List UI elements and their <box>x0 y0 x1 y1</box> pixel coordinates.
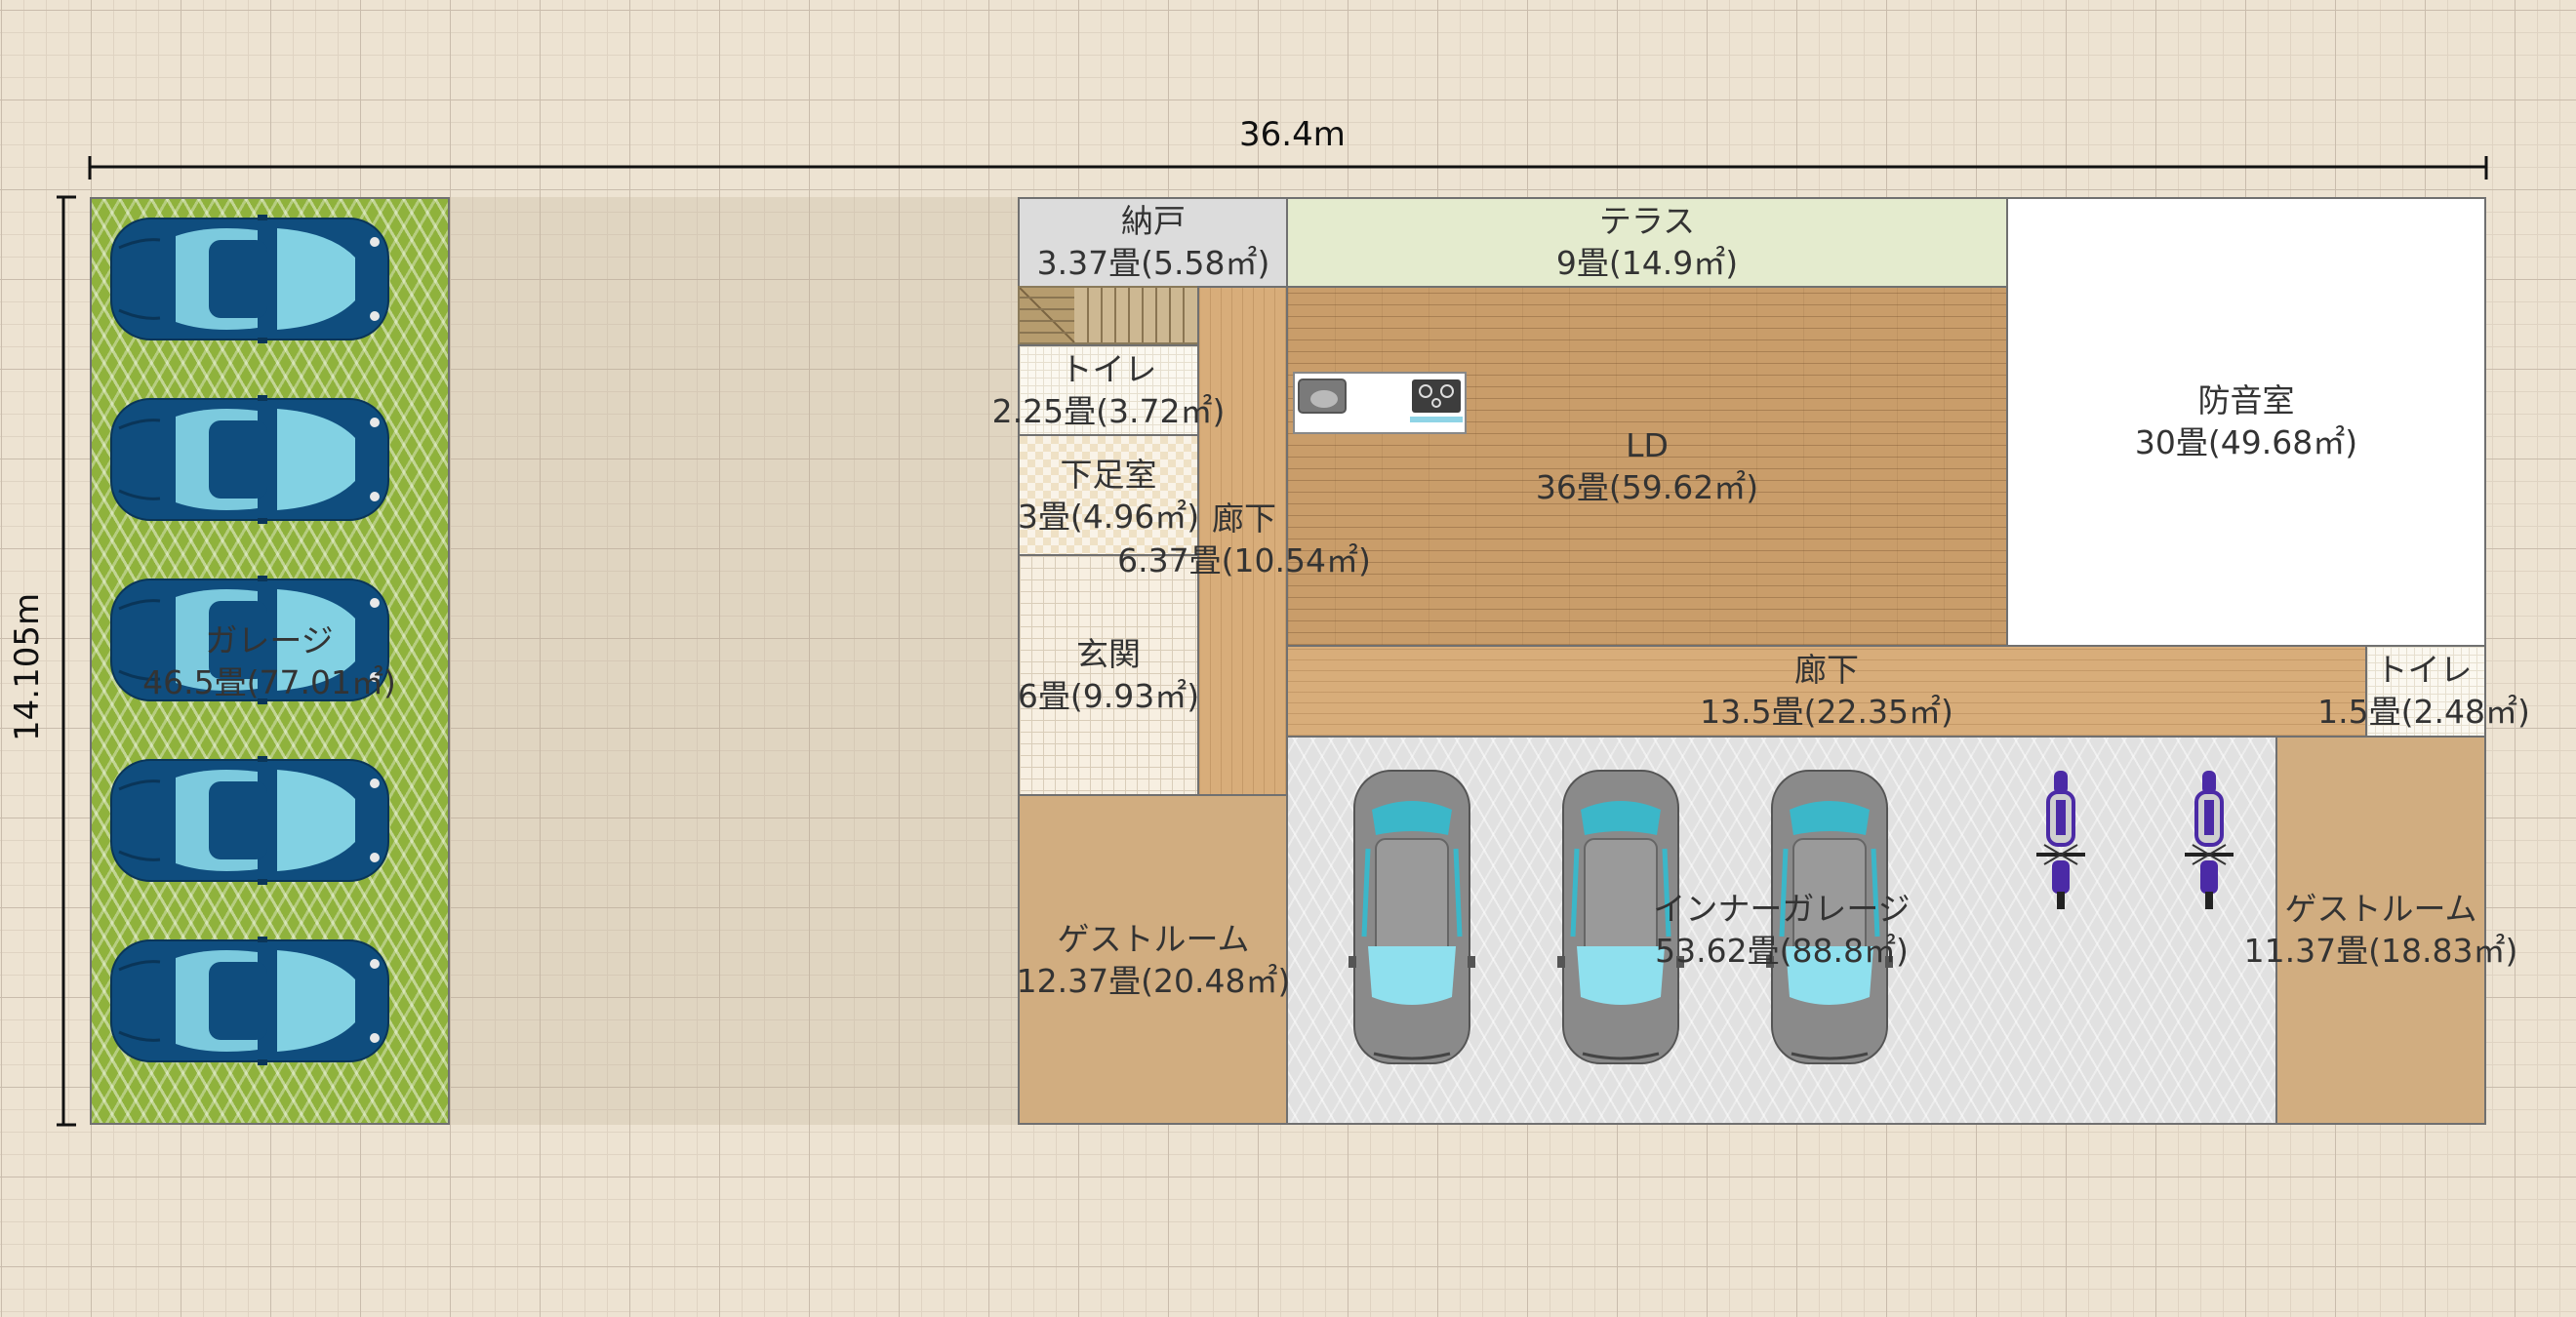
label-guest-1: ゲストルーム 12.37畳(20.48㎡) <box>1016 920 1291 1000</box>
label-entrance: 玄関 6畳(9.93㎡) <box>1017 635 1200 715</box>
label-ld: LD 36畳(59.62㎡) <box>1535 426 1759 506</box>
width-dimension-label: 36.4m <box>1239 115 1346 154</box>
label-guest-2: ゲストルーム 11.37畳(18.83㎡) <box>2243 890 2518 970</box>
label-storage: 納戸 3.37畳(5.58㎡) <box>1036 202 1270 282</box>
label-toilet-2: トイレ 1.5畳(2.48㎡) <box>2317 651 2530 731</box>
label-hallway-2: 廊下 13.5畳(22.35㎡) <box>1700 651 1953 731</box>
parked-car <box>110 395 389 524</box>
motorcycle <box>2036 771 2085 909</box>
parked-car <box>110 937 389 1065</box>
label-inner-garage: インナーガレージ 53.62畳(88.8㎡) <box>1653 890 1911 970</box>
label-soundproof: 防音室 30畳(49.68㎡) <box>2134 381 2358 461</box>
label-toilet-1: トイレ 2.25畳(3.72㎡) <box>991 350 1226 430</box>
label-hallway-1: 廊下 6.37畳(10.54㎡) <box>1117 499 1371 579</box>
outdoor-zone <box>449 197 1020 1125</box>
inner-car <box>1348 770 1475 1064</box>
parked-car <box>110 215 389 343</box>
height-dimension-label: 14.105m <box>8 592 47 741</box>
stairs-icon <box>1020 288 1197 342</box>
label-garage: ガレージ 46.5畳(77.01㎡) <box>142 621 396 701</box>
stairs <box>1018 286 1199 344</box>
parked-car <box>110 756 389 885</box>
motorcycle <box>2185 771 2234 909</box>
label-terrace: テラス 9畳(14.9㎡) <box>1555 202 1739 282</box>
kitchen-counter <box>1293 372 1467 434</box>
kitchen-icon <box>1298 379 1463 422</box>
